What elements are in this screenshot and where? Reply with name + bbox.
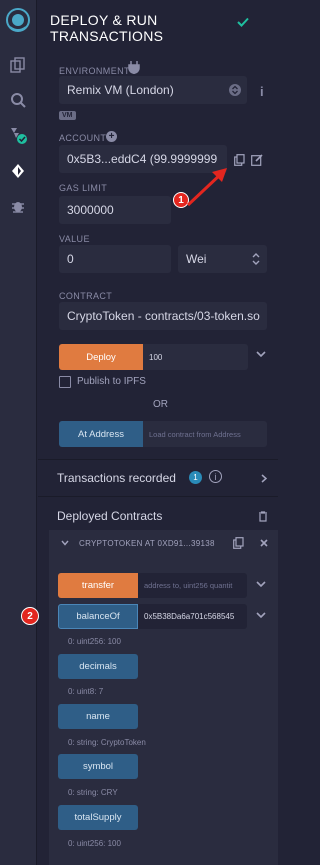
transactions-recorded-section[interactable]: Transactions recorded 1 i <box>38 459 278 497</box>
totalsupply-button[interactable]: totalSupply <box>58 805 138 830</box>
gas-limit-input[interactable]: 3000000 <box>59 196 171 224</box>
or-divider: OR <box>153 399 168 410</box>
environment-value: Remix VM (London) <box>67 83 174 97</box>
balanceof-arg-input[interactable]: 0x5B38Da6a701c568545 <box>138 604 247 629</box>
chevron-down-icon[interactable] <box>61 540 69 546</box>
value-unit: Wei <box>186 252 207 266</box>
annotation-arrow-icon <box>186 168 227 207</box>
edit-icon[interactable] <box>251 153 263 171</box>
chevron-right-icon[interactable] <box>261 474 267 483</box>
remix-logo-icon[interactable] <box>4 6 32 34</box>
balanceof-result: 0: uint256: 100 <box>68 637 121 646</box>
transfer-button[interactable]: transfer <box>58 573 138 598</box>
chevron-down-icon[interactable] <box>256 611 266 619</box>
symbol-result: 0: string: CRY <box>68 788 118 797</box>
vm-tag: VM <box>59 111 76 120</box>
close-icon[interactable] <box>260 539 268 547</box>
contract-value: CryptoToken - contracts/03-token.so <box>67 309 260 323</box>
transactions-count-badge: 1 <box>189 471 202 484</box>
deploy-run-icon[interactable] <box>5 158 31 184</box>
file-explorer-icon[interactable] <box>5 52 31 78</box>
account-label: ACCOUNT <box>59 133 107 143</box>
search-icon[interactable] <box>5 87 31 113</box>
icon-rail <box>0 0 37 865</box>
environment-select[interactable]: Remix VM (London) <box>59 76 247 104</box>
value-unit-select[interactable]: Wei <box>178 245 267 273</box>
transfer-args-input[interactable]: address to, uint256 quantit <box>138 573 247 598</box>
value-input[interactable]: 0 <box>59 245 171 273</box>
info-icon[interactable]: i <box>209 470 222 483</box>
info-icon[interactable]: i <box>260 84 264 99</box>
symbol-button[interactable]: symbol <box>58 754 138 779</box>
copy-icon[interactable] <box>233 537 244 549</box>
panel-title: DEPLOY & RUN TRANSACTIONS <box>50 12 164 44</box>
balanceof-button[interactable]: balanceOf <box>58 604 138 629</box>
publish-ipfs-checkbox[interactable] <box>59 376 71 388</box>
environment-label: ENVIRONMENT <box>59 66 130 76</box>
solidity-compiler-icon[interactable] <box>5 122 31 148</box>
decimals-result: 0: uint8: 7 <box>68 687 104 696</box>
select-arrows-icon <box>252 253 260 265</box>
copy-icon[interactable] <box>234 153 245 171</box>
contract-select[interactable]: CryptoToken - contracts/03-token.so <box>59 302 267 330</box>
instance-title: CRYPTOTOKEN AT 0XD91...39138 <box>79 539 215 548</box>
deploy-button[interactable]: Deploy <box>59 344 143 370</box>
annotation-marker-2: 2 <box>21 607 39 625</box>
name-result: 0: string: CryptoToken <box>68 738 146 747</box>
at-address-input[interactable]: Load contract from Address <box>143 421 267 447</box>
check-icon <box>237 14 249 32</box>
trash-icon[interactable] <box>258 511 268 522</box>
debugger-icon[interactable] <box>5 193 31 219</box>
deploy-arg-input[interactable]: 100 <box>143 344 248 370</box>
value-label: VALUE <box>59 234 90 244</box>
deploy-panel: DEPLOY & RUN TRANSACTIONS ENVIRONMENT Re… <box>38 0 278 865</box>
chevron-down-icon[interactable] <box>256 580 266 588</box>
transactions-recorded-label: Transactions recorded <box>57 471 176 485</box>
select-arrows-icon <box>229 84 241 96</box>
totalsupply-result: 0: uint256: 100 <box>68 839 121 848</box>
at-address-button[interactable]: At Address <box>59 421 143 447</box>
decimals-button[interactable]: decimals <box>58 654 138 679</box>
chevron-down-icon[interactable] <box>256 350 266 358</box>
publish-ipfs-label: Publish to IPFS <box>77 376 146 387</box>
name-button[interactable]: name <box>58 704 138 729</box>
account-value: 0x5B3...eddC4 (99.9999999 <box>67 152 218 166</box>
add-account-icon[interactable]: + <box>106 131 117 142</box>
gas-limit-label: GAS LIMIT <box>59 183 108 193</box>
contract-label: CONTRACT <box>59 291 113 301</box>
deployed-contracts-label: Deployed Contracts <box>57 509 163 523</box>
